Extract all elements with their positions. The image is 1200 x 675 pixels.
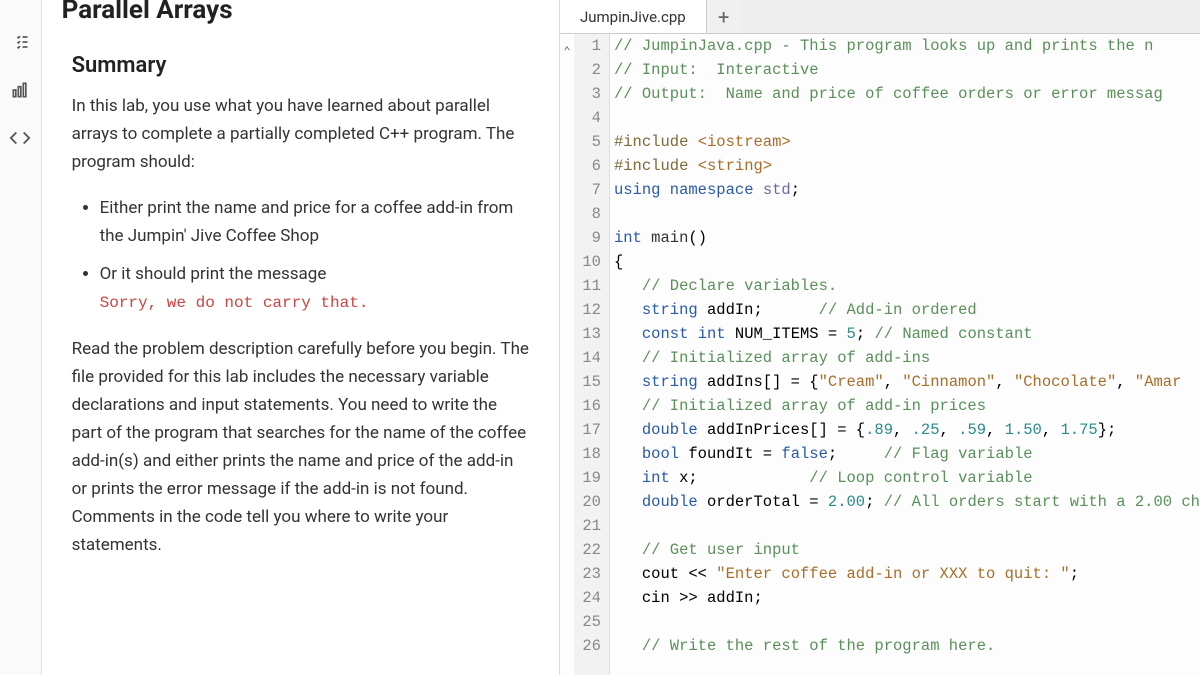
code-line[interactable]: #include <iostream> xyxy=(614,130,1200,154)
code-line[interactable]: // Input: Interactive xyxy=(614,58,1200,82)
line-gutter: 1234567891011121314151617181920212223242… xyxy=(574,34,610,675)
line-number: 14 xyxy=(574,346,601,370)
line-number: 17 xyxy=(574,418,601,442)
code-line[interactable]: double orderTotal = 2.00; // All orders … xyxy=(614,490,1200,514)
error-message-example: Sorry, we do not carry that. xyxy=(100,294,369,312)
code-line[interactable]: // Write the rest of the program here. xyxy=(614,634,1200,658)
summary-body: In this lab, you use what you have learn… xyxy=(42,92,559,559)
code-line[interactable]: bool foundIt = false; // Flag variable xyxy=(614,442,1200,466)
chart-icon[interactable] xyxy=(8,78,32,102)
tab-add-button[interactable]: + xyxy=(707,0,741,33)
code-icon[interactable] xyxy=(8,126,32,150)
code-line[interactable] xyxy=(614,202,1200,226)
code-line[interactable]: int main() xyxy=(614,226,1200,250)
page-title: Parallel Arrays xyxy=(42,0,559,35)
summary-heading: Summary xyxy=(42,35,559,92)
line-number: 13 xyxy=(574,322,601,346)
line-number: 5 xyxy=(574,130,601,154)
line-number: 6 xyxy=(574,154,601,178)
instructions-panel: Parallel Arrays Summary In this lab, you… xyxy=(42,0,559,675)
code-line[interactable]: // Initialized array of add-in prices xyxy=(614,394,1200,418)
line-number: 12 xyxy=(574,298,601,322)
code-line[interactable]: // Get user input xyxy=(614,538,1200,562)
line-number: 2 xyxy=(574,58,601,82)
code-line[interactable] xyxy=(614,106,1200,130)
code-line[interactable]: string addIn; // Add-in ordered xyxy=(614,298,1200,322)
code-line[interactable]: // JumpinJava.cpp - This program looks u… xyxy=(614,34,1200,58)
code-line[interactable]: double addInPrices[] = {.89, .25, .59, 1… xyxy=(614,418,1200,442)
code-line[interactable]: string addIns[] = {"Cream", "Cinnamon", … xyxy=(614,370,1200,394)
code-line[interactable]: cin >> addIn; xyxy=(614,586,1200,610)
line-number: 18 xyxy=(574,442,601,466)
line-number: 20 xyxy=(574,490,601,514)
summary-para-2: Read the problem description carefully b… xyxy=(72,335,529,559)
line-number: 1 xyxy=(574,34,601,58)
code-line[interactable]: // Initialized array of add-ins xyxy=(614,346,1200,370)
line-number: 15 xyxy=(574,370,601,394)
line-number: 19 xyxy=(574,466,601,490)
summary-bullet-1: Either print the name and price for a co… xyxy=(100,194,529,250)
fold-caret-icon[interactable]: ⌃ xyxy=(560,34,574,675)
code-line[interactable]: // Output: Name and price of coffee orde… xyxy=(614,82,1200,106)
code-line[interactable]: #include <string> xyxy=(614,154,1200,178)
tab-file[interactable]: JumpinJive.cpp xyxy=(560,0,707,33)
icon-sidebar xyxy=(0,0,42,675)
code-lines[interactable]: // JumpinJava.cpp - This program looks u… xyxy=(610,34,1200,675)
line-number: 7 xyxy=(574,178,601,202)
line-number: 16 xyxy=(574,394,601,418)
summary-bullet-2: Or it should print the message Sorry, we… xyxy=(100,260,529,316)
code-line[interactable]: // Declare variables. xyxy=(614,274,1200,298)
line-number: 11 xyxy=(574,274,601,298)
line-number: 21 xyxy=(574,514,601,538)
code-line[interactable]: { xyxy=(614,250,1200,274)
line-number: 22 xyxy=(574,538,601,562)
code-editor[interactable]: ⌃ 12345678910111213141516171819202122232… xyxy=(560,34,1200,675)
line-number: 25 xyxy=(574,610,601,634)
editor-panel: JumpinJive.cpp + ⌃ 123456789101112131415… xyxy=(559,0,1200,675)
line-number: 10 xyxy=(574,250,601,274)
summary-intro: In this lab, you use what you have learn… xyxy=(72,92,529,176)
code-line[interactable] xyxy=(614,610,1200,634)
line-number: 26 xyxy=(574,634,601,658)
line-number: 23 xyxy=(574,562,601,586)
line-number: 8 xyxy=(574,202,601,226)
code-line[interactable]: const int NUM_ITEMS = 5; // Named consta… xyxy=(614,322,1200,346)
line-number: 9 xyxy=(574,226,601,250)
code-line[interactable]: using namespace std; xyxy=(614,178,1200,202)
code-line[interactable]: cout << "Enter coffee add-in or XXX to q… xyxy=(614,562,1200,586)
line-number: 3 xyxy=(574,82,601,106)
code-line[interactable] xyxy=(614,514,1200,538)
line-number: 4 xyxy=(574,106,601,130)
tab-bar: JumpinJive.cpp + xyxy=(560,0,1200,34)
code-line[interactable]: int x; // Loop control variable xyxy=(614,466,1200,490)
line-number: 24 xyxy=(574,586,601,610)
checklist-icon[interactable] xyxy=(8,30,32,54)
